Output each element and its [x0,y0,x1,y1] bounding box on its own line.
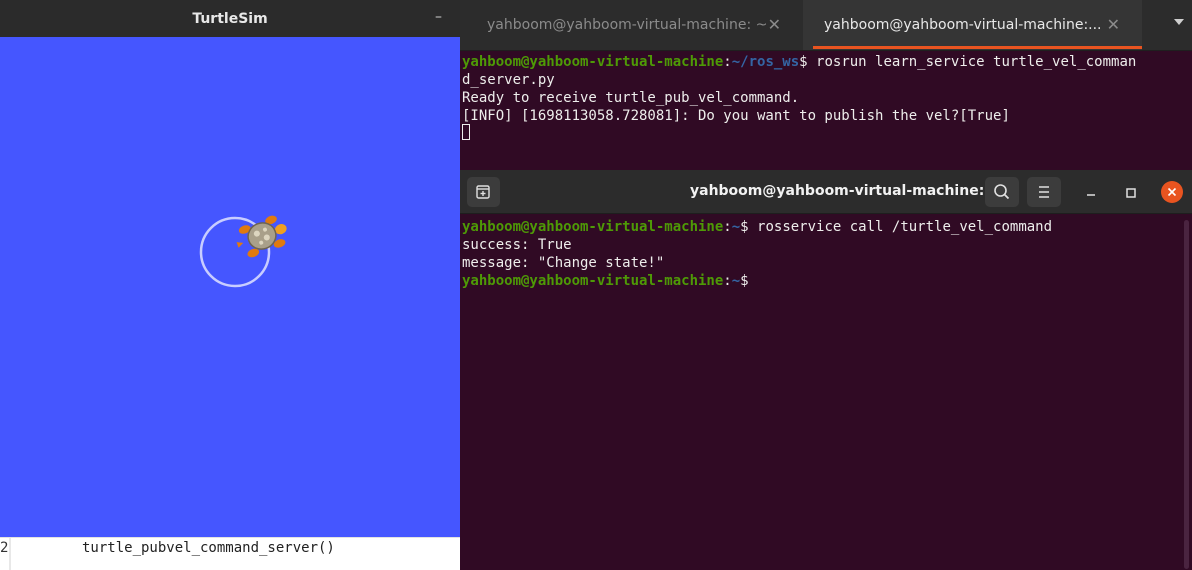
hamburger-menu-icon [1039,186,1049,198]
active-tab-indicator [813,46,1142,49]
turtlesim-window: TurtleSim – [0,0,460,537]
maximize-icon [1126,188,1136,198]
turtlesim-title: TurtleSim [192,10,268,27]
tab-terminal-active[interactable]: yahboom@yahboom-virtual-machine:... ✕ [803,0,1142,50]
minimize-button[interactable] [1080,182,1102,204]
maximize-button[interactable] [1120,182,1142,204]
output-line: message: "Change state!" [462,255,665,271]
minimize-icon [1087,194,1095,196]
front-terminal-window: yahboom@yahboom-virtual-machine: ~ yahbo… [460,170,1192,569]
editor-code-text[interactable]: turtle_pubvel_command_server() [82,540,335,556]
turtlesim-titlebar[interactable]: TurtleSim – [0,0,460,37]
new-tab-icon [476,185,490,199]
close-icon[interactable]: ✕ [1107,15,1120,34]
output-line: [INFO] [1698113058.728081]: Do you want … [462,108,1010,124]
terminal-command-line: yahboom@yahboom-virtual-machine:~$ rosse… [462,218,1052,236]
tab-label: yahboom@yahboom-virtual-machine: ~ [487,17,768,33]
command-text: $ rosservice call /turtle_vel_command [740,219,1053,235]
front-terminal-headerbar[interactable]: yahboom@yahboom-virtual-machine: ~ [460,170,1192,214]
close-icon [1167,187,1177,197]
terminal-cursor [462,124,470,140]
search-icon [994,184,1010,200]
output-line: success: True [462,237,572,253]
new-tab-button[interactable] [467,177,500,207]
search-button[interactable] [985,177,1019,207]
prompt-colon: : [723,273,732,289]
command-wrap-line: d_server.py [462,72,555,88]
back-terminal-output[interactable]: yahboom@yahboom-virtual-machine:~/ros_ws… [462,53,1136,125]
turtlesim-canvas [199,215,287,288]
tab-terminal-home[interactable]: yahboom@yahboom-virtual-machine: ~ ✕ [460,0,803,50]
close-button[interactable] [1161,181,1183,203]
terminal-scrollbar[interactable] [1184,220,1189,569]
command-text: $ rosrun learn_service turtle_vel_comman [799,54,1137,70]
prompt-user: yahboom@yahboom-virtual-machine [462,273,724,289]
prompt-colon: : [723,219,732,235]
prompt-user: yahboom@yahboom-virtual-machine [462,219,724,235]
menu-button[interactable] [1027,177,1061,207]
editor-code-line[interactable]: 2 turtle_pubvel_command_server() [0,537,460,570]
editor-gutter [9,538,11,570]
prompt-suffix: $ [740,273,749,289]
terminal-command-line: yahboom@yahboom-virtual-machine:~/ros_ws… [462,53,1136,71]
front-terminal-output[interactable]: yahboom@yahboom-virtual-machine:~$ rosse… [462,218,1052,290]
chevron-down-icon[interactable] [1174,19,1184,25]
close-icon[interactable]: ✕ [768,15,781,34]
turtlesim-minimize-button[interactable]: – [435,9,442,25]
prompt-path: ~ [731,219,741,235]
prompt-path: ~ [731,273,741,289]
output-line: Ready to receive turtle_pub_vel_command. [462,90,800,106]
tab-label: yahboom@yahboom-virtual-machine:... [824,17,1102,33]
prompt-colon: : [723,54,732,70]
window-title: yahboom@yahboom-virtual-machine: ~ [690,183,1001,199]
prompt-user: yahboom@yahboom-virtual-machine [462,54,724,70]
prompt-path: ~/ros_ws [731,54,800,70]
terminal-tab-bar: yahboom@yahboom-virtual-machine: ~ ✕ yah… [460,0,1192,51]
terminal-prompt-line: yahboom@yahboom-virtual-machine:~$ [462,272,1052,290]
